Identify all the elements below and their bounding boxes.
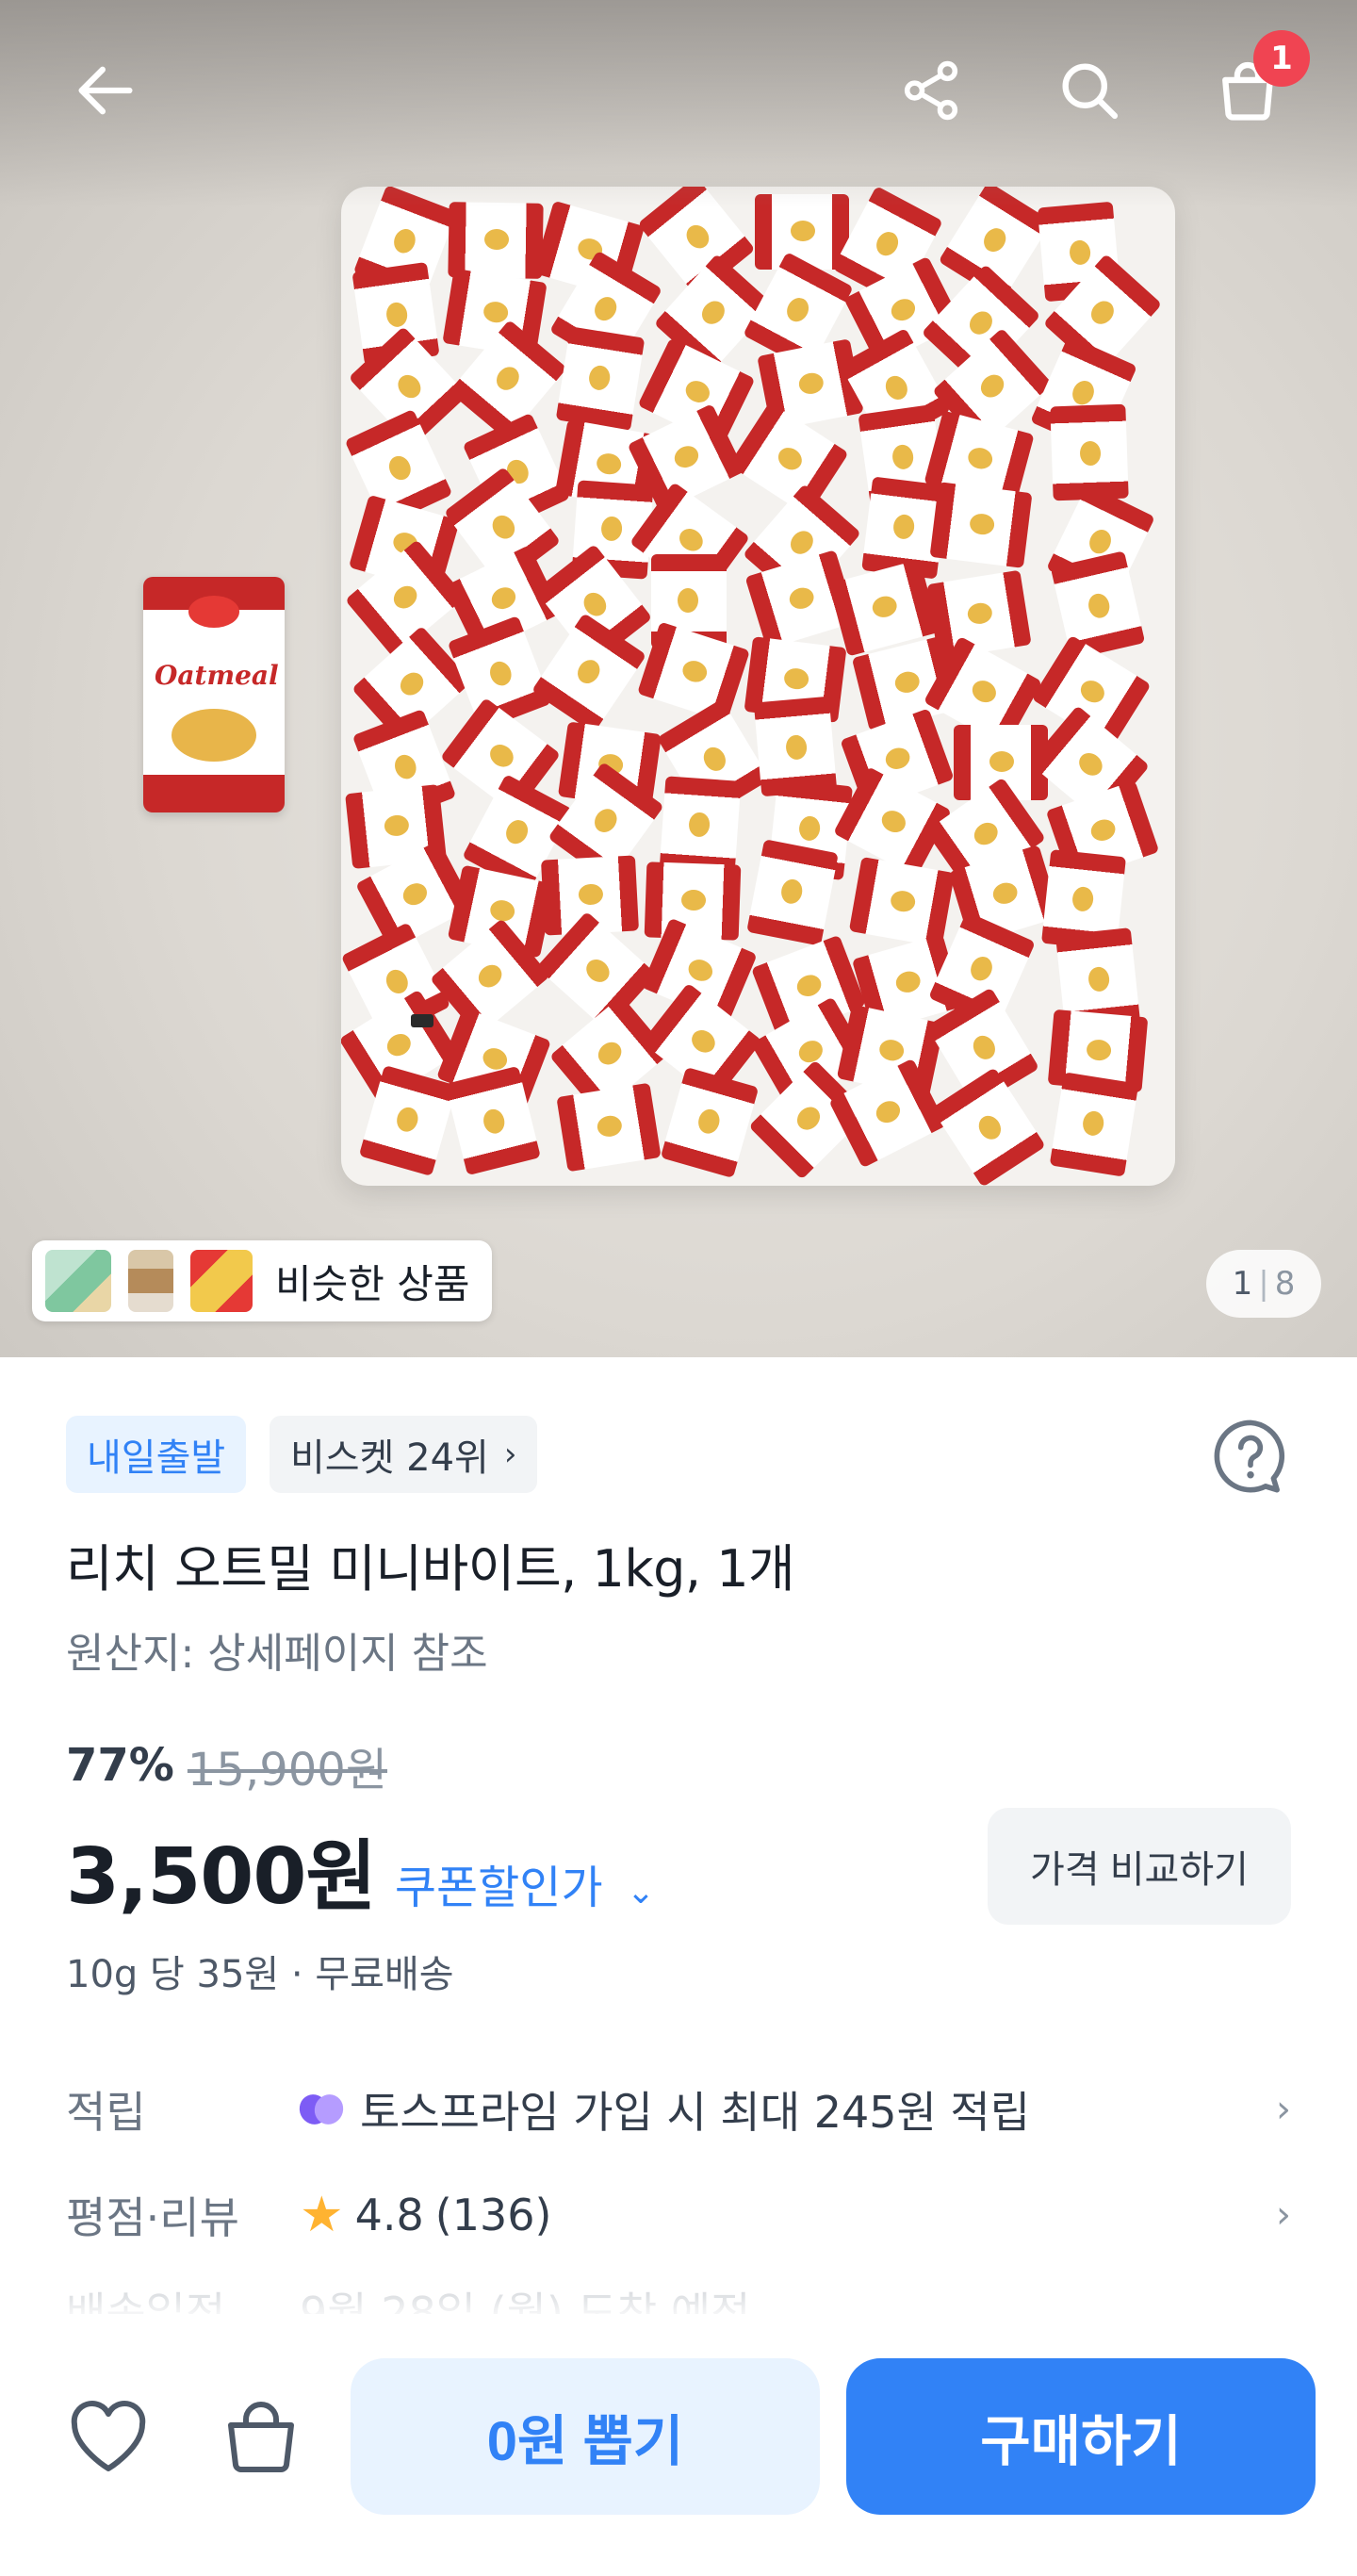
share-button[interactable] (886, 45, 976, 136)
wishlist-button[interactable] (57, 2385, 160, 2488)
product-image-carousel[interactable]: Oatmeal 1 비슷한 상품 1 | 8 (0, 0, 1357, 1357)
candy-piece (929, 481, 1033, 568)
bag-clip (411, 1014, 433, 1027)
single-candy-image: Oatmeal (143, 577, 285, 812)
zero-won-draw-button[interactable]: 0원 뽑기 (351, 2358, 820, 2515)
rating-label: 평점·리뷰 (66, 2192, 239, 2243)
candy-piece (555, 1082, 662, 1173)
question-icon (1214, 1419, 1285, 1493)
back-button[interactable] (60, 45, 151, 136)
page-current: 1 (1232, 1265, 1253, 1303)
coupon-price-toggle[interactable]: 쿠폰할인가 ⌄ (395, 1850, 655, 1916)
shopping-bag-icon (228, 2402, 294, 2472)
similar-thumb-2 (128, 1250, 173, 1312)
original-price: 15,900원 (187, 1744, 388, 1797)
similar-products-button[interactable]: 비슷한 상품 (32, 1240, 492, 1321)
candy-logo (188, 596, 239, 628)
points-label: 적립 (66, 2087, 146, 2138)
buy-button[interactable]: 구매하기 (846, 2358, 1316, 2515)
star-icon: ★ (300, 2187, 344, 2243)
rating-value-wrap: ★ 4.8 (136) (300, 2190, 1276, 2240)
candy-piece (849, 856, 956, 948)
points-value: 토스프라임 가입 시 최대 245원 적립 (360, 2087, 1031, 2138)
toss-prime-icon (300, 2091, 347, 2128)
ranking-tag[interactable]: 비스켓 24위 › (270, 1416, 538, 1493)
chevron-right-icon: › (1276, 2088, 1291, 2131)
rating-value: 4.8 (354, 2190, 424, 2240)
candy-piece (448, 201, 545, 279)
candy-piece (659, 775, 742, 876)
points-row[interactable]: 적립 토스프라임 가입 시 최대 245원 적립 › (66, 2072, 1291, 2147)
rating-count: (136) (434, 2190, 552, 2240)
unit-price: 10g 당 35원 · 무료배송 (66, 1953, 454, 1996)
share-icon (904, 60, 958, 121)
product-origin: 원산지: 상세페이지 참조 (66, 1630, 488, 1678)
cart-count-badge: 1 (1253, 30, 1310, 87)
chevron-right-icon: › (503, 1436, 517, 1473)
price-row: 3,500원 쿠폰할인가 ⌄ (66, 1813, 655, 1926)
coupon-label: 쿠폰할인가 (394, 1862, 603, 1914)
compare-price-button[interactable]: 가격 비교하기 (988, 1808, 1291, 1925)
shipping-tag: 내일출발 (66, 1416, 247, 1493)
candy-piece (1050, 1072, 1139, 1177)
back-arrow-icon (78, 66, 133, 115)
rating-row[interactable]: 평점·리뷰 ★ 4.8 (136) › (66, 2177, 1291, 2253)
similar-thumb-1 (45, 1250, 111, 1312)
candy-pile (341, 187, 1162, 1186)
points-value-wrap: 토스프라임 가입 시 최대 245원 적립 (300, 2078, 1276, 2141)
help-button[interactable] (1208, 1414, 1293, 1499)
chevron-right-icon: › (1276, 2193, 1291, 2237)
image-page-indicator: 1 | 8 (1206, 1250, 1321, 1318)
product-bag-image (341, 187, 1175, 1186)
similar-thumb-3 (190, 1250, 253, 1312)
sale-price: 3,500원 (66, 1832, 377, 1922)
chevron-down-icon: ⌄ (626, 1873, 656, 1911)
top-gradient (0, 0, 1357, 207)
ranking-label: 비스켓 24위 (290, 1436, 489, 1480)
similar-products-label: 비슷한 상품 (275, 1260, 470, 1307)
heart-icon (71, 2400, 146, 2471)
candy-wrapper-text: Oatmeal (155, 660, 279, 691)
candy-piece (931, 1067, 1047, 1186)
product-title: 리치 오트밀 미니바이트, 1kg, 1개 (66, 1539, 795, 1599)
search-button[interactable] (1044, 45, 1135, 136)
search-icon (1062, 63, 1119, 120)
wheat-illustration (172, 709, 256, 762)
page-separator: | (1258, 1265, 1269, 1303)
candy-piece (660, 1066, 760, 1178)
discount-percent: 77% (66, 1739, 174, 1792)
candy-piece (555, 326, 645, 432)
page-total: 8 (1274, 1265, 1296, 1303)
add-to-cart-button[interactable] (209, 2385, 313, 2488)
discount-row: 77% 15,900원 (66, 1732, 387, 1798)
candy-piece (746, 838, 839, 946)
